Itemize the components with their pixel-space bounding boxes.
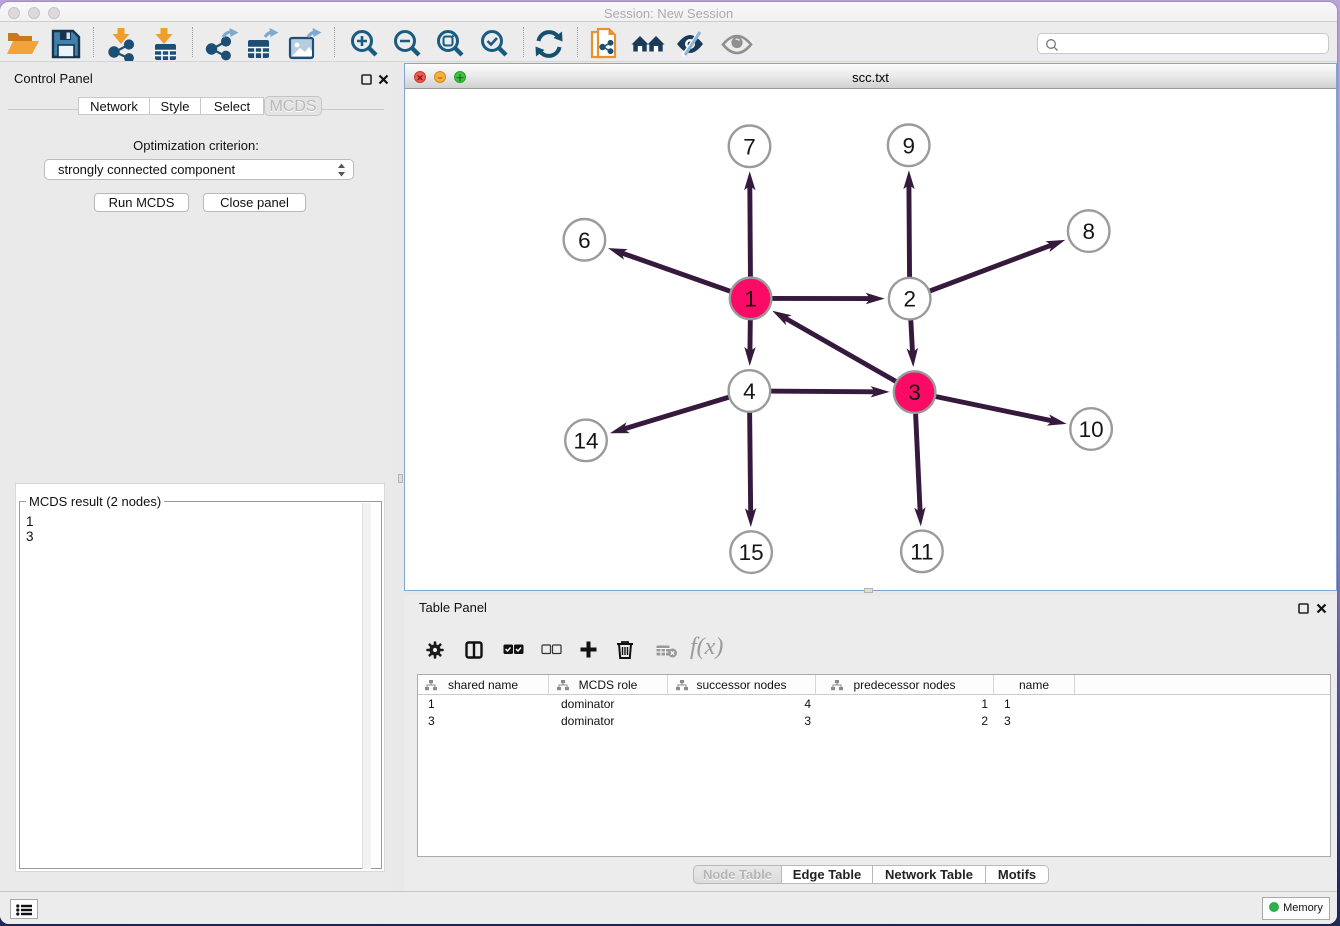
svg-text:3: 3 [908, 380, 921, 405]
svg-text:1: 1 [744, 286, 757, 311]
svg-text:15: 15 [739, 540, 764, 565]
svg-text:6: 6 [578, 228, 591, 253]
svg-text:9: 9 [902, 133, 915, 158]
svg-text:14: 14 [573, 428, 598, 453]
svg-text:10: 10 [1079, 417, 1104, 442]
svg-text:2: 2 [903, 287, 916, 312]
svg-text:8: 8 [1082, 219, 1095, 244]
svg-text:4: 4 [743, 379, 756, 404]
svg-text:11: 11 [910, 539, 933, 564]
svg-text:7: 7 [743, 134, 756, 159]
